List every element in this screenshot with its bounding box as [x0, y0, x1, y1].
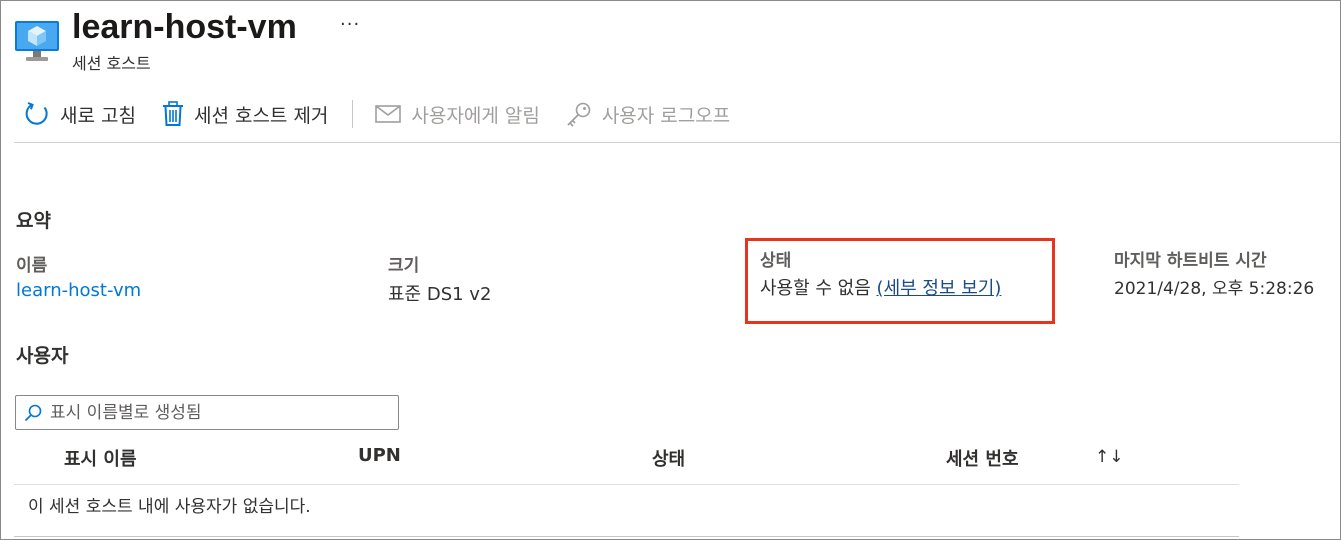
column-header-session-number[interactable]: 세션 번호	[946, 445, 1019, 471]
refresh-label: 새로 고침	[60, 104, 136, 127]
empty-users-message: 이 세션 호스트 내에 사용자가 없습니다.	[28, 497, 311, 517]
last-heartbeat-label: 마지막 하트비트 시간	[1114, 251, 1267, 271]
toolbar-divider	[14, 142, 1340, 143]
remove-session-host-label: 세션 호스트 제거	[193, 104, 329, 127]
status-text: 사용할 수 없음	[760, 278, 871, 299]
summary-heading: 요약	[16, 210, 51, 232]
page-subtitle: 세션 호스트	[72, 54, 151, 73]
log-off-users-label: 사용자 로그오프	[601, 104, 731, 127]
status-label: 상태	[760, 251, 792, 271]
name-label: 이름	[16, 256, 48, 276]
view-details-link[interactable]: (세부 정보 보기)	[877, 278, 1002, 299]
command-bar: 새로 고침 세션 호스트 제거 사용자에게 알림 사용자 로그오프	[24, 96, 756, 132]
last-heartbeat-value: 2021/4/28, 오후 5:28:26	[1114, 279, 1315, 299]
trash-icon	[162, 101, 183, 126]
more-actions-button[interactable]: ···	[340, 14, 360, 35]
size-label: 크기	[388, 256, 420, 276]
users-search-box[interactable]	[15, 395, 399, 430]
column-header-display-name[interactable]: 표시 이름	[64, 445, 137, 471]
refresh-icon	[25, 102, 48, 125]
notify-users-label: 사용자에게 알림	[411, 104, 540, 127]
name-value-link[interactable]: learn-host-vm	[16, 280, 141, 301]
users-search-input[interactable]	[50, 402, 380, 423]
search-icon	[24, 404, 42, 421]
size-value: 표준 DS1 v2	[388, 284, 492, 305]
sort-icon[interactable]: ↑↓	[1095, 447, 1124, 467]
mail-icon	[375, 105, 402, 123]
status-value: 사용할 수 없음 (세부 정보 보기)	[760, 274, 1001, 300]
users-heading: 사용자	[16, 345, 69, 367]
table-bottom-divider	[14, 536, 1239, 537]
key-icon	[567, 102, 591, 127]
table-header-divider	[14, 484, 1239, 485]
remove-session-host-button[interactable]: 세션 호스트 제거	[162, 96, 328, 132]
column-header-upn[interactable]: UPN	[358, 445, 401, 466]
vm-icon	[15, 21, 59, 61]
column-header-status[interactable]: 상태	[652, 445, 685, 471]
log-off-users-button[interactable]: 사용자 로그오프	[566, 96, 730, 132]
page-title: learn-host-vm	[72, 8, 297, 46]
refresh-button[interactable]: 새로 고침	[24, 96, 136, 132]
toolbar-separator	[352, 100, 354, 128]
notify-users-button[interactable]: 사용자에게 알림	[375, 96, 540, 132]
